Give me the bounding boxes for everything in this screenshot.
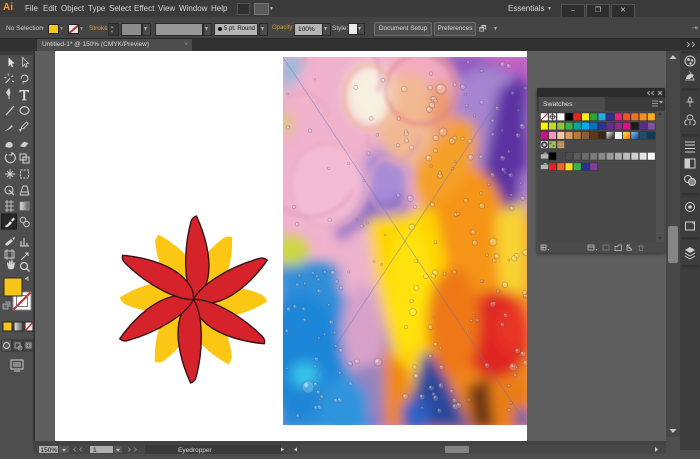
svg-text:Eyedropper: Eyedropper xyxy=(178,447,212,454)
svg-text:150%: 150% xyxy=(41,447,58,454)
svg-text:Swatches: Swatches xyxy=(543,101,573,108)
svg-text:1: 1 xyxy=(93,447,97,454)
